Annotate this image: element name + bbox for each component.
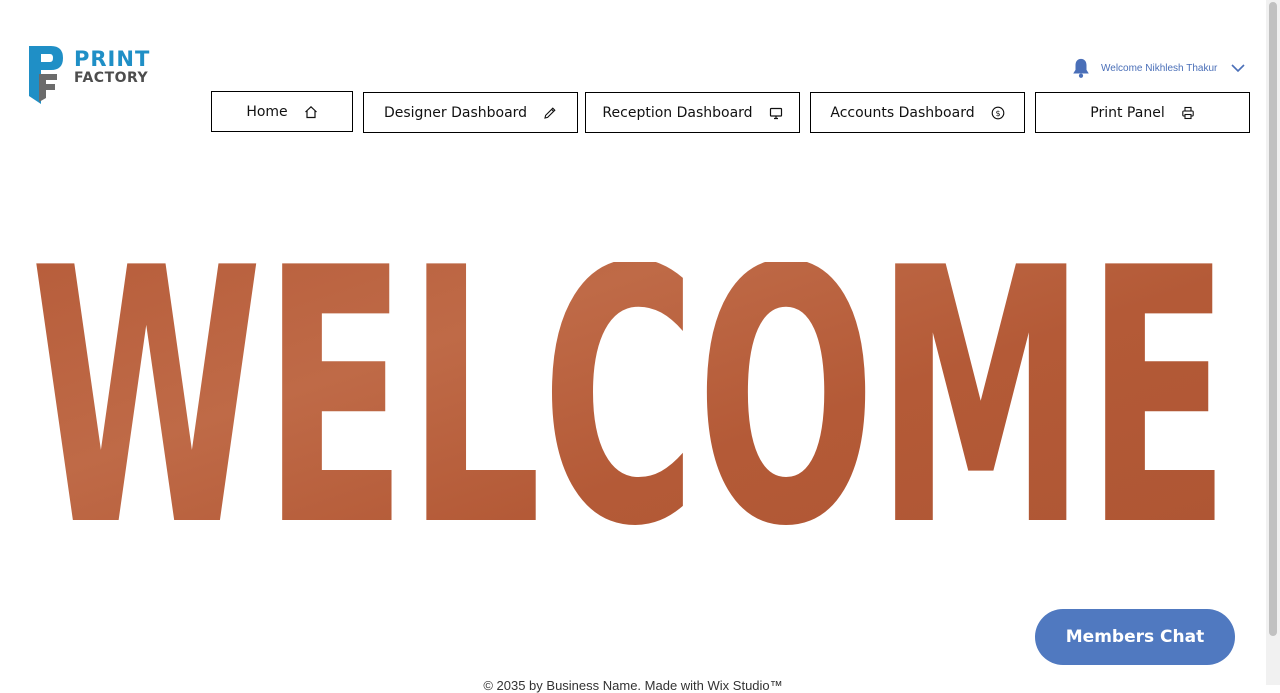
dollar-icon: $ [991, 106, 1004, 119]
user-bar: Welcome Nikhlesh Thakur [1070, 56, 1246, 80]
main-nav: Home Designer Dashboard Reception Dashbo… [0, 91, 1280, 133]
footer-text: © 2035 by Business Name. Made with Wix S… [483, 678, 783, 693]
welcome-hero: WELCOME [28, 262, 1232, 528]
welcome-hero-text: WELCOME [30, 262, 1230, 528]
nav-accounts-label: Accounts Dashboard [830, 104, 975, 121]
nav-designer-dashboard-button[interactable]: Designer Dashboard [363, 92, 578, 133]
chevron-down-icon[interactable] [1230, 60, 1246, 76]
printer-icon [1181, 106, 1194, 119]
page-scrollbar[interactable] [1266, 0, 1280, 685]
nav-home-label: Home [246, 103, 288, 120]
monitor-icon [769, 107, 782, 119]
home-icon [304, 105, 317, 118]
nav-reception-label: Reception Dashboard [602, 104, 753, 121]
nav-print-panel-button[interactable]: Print Panel [1035, 92, 1250, 133]
nav-home-button[interactable]: Home [211, 91, 353, 132]
svg-text:$: $ [995, 109, 1000, 118]
scrollbar-thumb[interactable] [1269, 2, 1277, 636]
pencil-icon [544, 106, 556, 119]
members-chat-button[interactable]: Members Chat [1035, 609, 1235, 665]
logo-factory-text: FACTORY [74, 70, 149, 86]
nav-print-label: Print Panel [1090, 104, 1165, 121]
nav-reception-dashboard-button[interactable]: Reception Dashboard [585, 92, 800, 133]
notification-bell-icon[interactable] [1070, 57, 1092, 79]
nav-designer-label: Designer Dashboard [383, 104, 528, 121]
nav-accounts-dashboard-button[interactable]: Accounts Dashboard $ [810, 92, 1025, 133]
welcome-user-text[interactable]: Welcome Nikhlesh Thakur [1101, 63, 1217, 74]
logo-print-text: PRINT [74, 47, 151, 71]
